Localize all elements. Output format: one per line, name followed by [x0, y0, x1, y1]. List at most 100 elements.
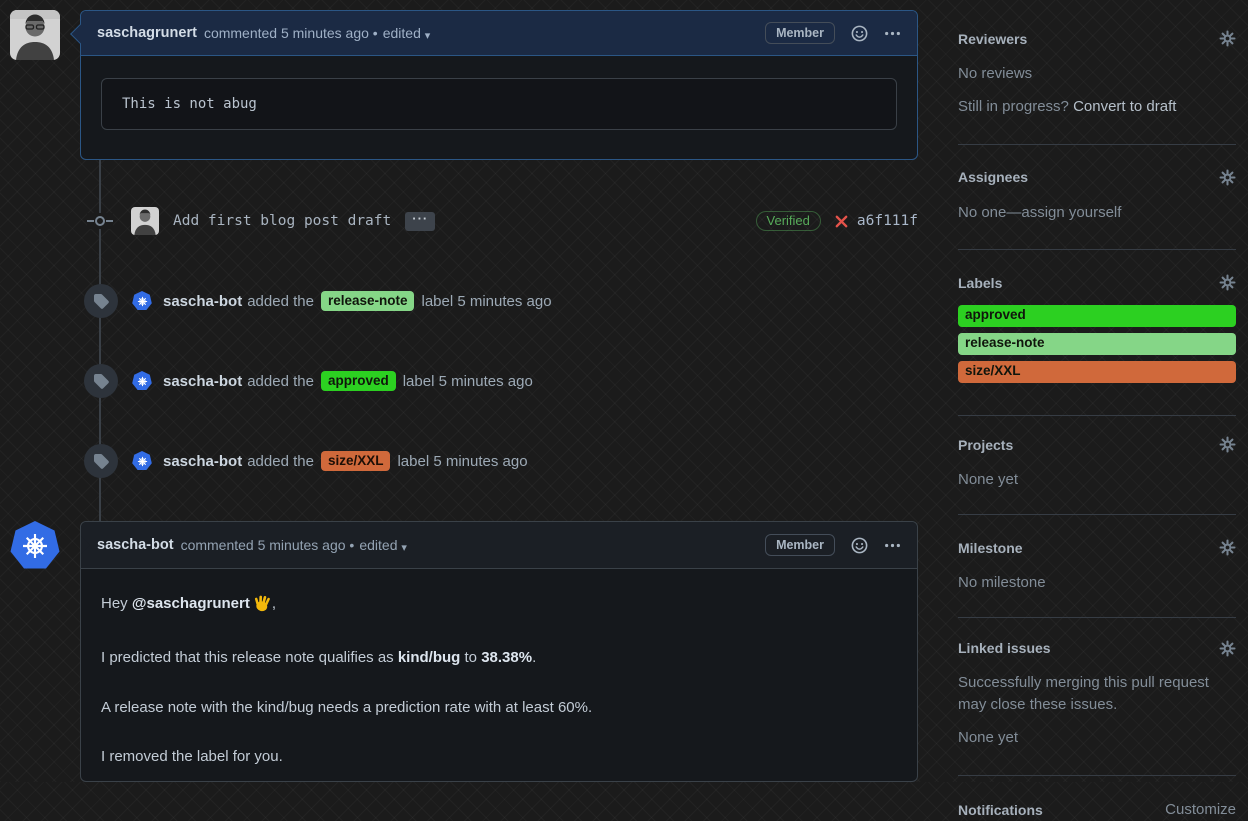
comment-header: sascha-bot commented 5 minutes ago • edi…	[81, 522, 917, 569]
kubernetes-wheel-icon	[137, 296, 147, 306]
event-actor[interactable]: sascha-bot	[163, 293, 242, 310]
reviewers-empty-text: No reviews	[958, 65, 1033, 82]
commit-expand-button[interactable]: ···	[405, 211, 436, 231]
person-portrait-icon	[10, 10, 60, 60]
notifications-title: Notifications	[958, 801, 1043, 818]
linked-issues-desc: Successfully merging this pull request m…	[958, 673, 1209, 713]
label-chip-release-note[interactable]: release-note	[320, 291, 415, 311]
reviewers-section: Reviewers No reviews Still in progress? …	[958, 0, 1236, 145]
kind-bug-text: kind/bug	[397, 648, 461, 666]
event-actor[interactable]: sascha-bot	[163, 453, 242, 470]
kubernetes-wheel-icon	[137, 376, 147, 386]
kebab-horizontal-icon	[885, 31, 900, 35]
event-action-text: added the	[247, 292, 314, 310]
milestone-empty-text: No milestone	[958, 574, 1046, 591]
labels-gear-icon[interactable]	[1219, 274, 1236, 291]
assignees-empty-text: No one—assign yourself	[958, 203, 1122, 221]
milestone-gear-icon[interactable]	[1219, 539, 1236, 556]
event-action-text: added the	[247, 452, 314, 470]
labels-section: Labels approved release-note size/XXL	[958, 250, 1236, 417]
comment-options-button[interactable]	[884, 537, 901, 554]
notifications-section: Notifications Customize	[958, 776, 1236, 821]
projects-empty-text: None yet	[958, 471, 1019, 489]
edited-dropdown[interactable]: edited ▾	[383, 25, 431, 42]
assignees-title: Assignees	[958, 169, 1029, 185]
kebab-horizontal-icon	[885, 543, 900, 547]
event-time-text: label 5 minutes ago	[402, 372, 533, 390]
convert-to-draft-link[interactable]: Convert to draft	[1073, 98, 1176, 115]
comment-timestamp: commented 5 minutes ago •	[203, 25, 378, 41]
member-badge: Member	[765, 22, 835, 44]
assignees-section: Assignees No one—assign yourself	[958, 145, 1236, 251]
kubernetes-wheel-icon	[23, 534, 47, 558]
comment-saschagrunert: saschagrunert commented 5 minutes ago • …	[70, 10, 918, 160]
linked-issues-section: Linked issues Successfully merging this …	[958, 618, 1236, 776]
projects-gear-icon[interactable]	[1219, 436, 1236, 453]
label-event-row: sascha-bot added the release-note label …	[80, 284, 918, 318]
linked-issues-title: Linked issues	[958, 640, 1051, 657]
add-reaction-button[interactable]	[851, 25, 868, 42]
comment-body: Hey @saschagrunert, I predicted that thi…	[81, 569, 917, 781]
member-badge: Member	[765, 534, 835, 556]
label-chip-approved[interactable]: approved	[320, 371, 396, 391]
sidebar-label-list: approved release-note size/XXL	[958, 305, 1236, 384]
assignees-gear-icon[interactable]	[1219, 168, 1236, 186]
projects-title: Projects	[958, 436, 1014, 453]
comment-options-button[interactable]	[884, 25, 901, 42]
comment-author[interactable]: saschagrunert	[97, 25, 197, 41]
tag-icon	[94, 454, 109, 469]
comment-body: This is not abug	[81, 56, 917, 152]
greeting-line: Hey @saschagrunert,	[101, 593, 897, 619]
milestone-title: Milestone	[958, 539, 1023, 556]
event-actor[interactable]: sascha-bot	[163, 373, 242, 390]
sidebar: Reviewers No reviews Still in progress? …	[958, 0, 1236, 821]
sidebar-label-size-xxl[interactable]: size/XXL	[958, 361, 1236, 384]
tag-icon	[94, 294, 109, 309]
sascha-bot-avatar[interactable]	[132, 291, 152, 310]
edited-dropdown[interactable]: edited ▾	[359, 537, 407, 554]
sidebar-label-release-note[interactable]: release-note	[958, 333, 1236, 356]
add-reaction-button[interactable]	[851, 537, 868, 554]
comment-timestamp: commented 5 minutes ago •	[180, 537, 355, 553]
label-chip-size-xxl[interactable]: size/XXL	[320, 451, 391, 471]
assign-yourself-link[interactable]: assign yourself	[1021, 204, 1121, 221]
label-event-row: sascha-bot added the approved label 5 mi…	[80, 364, 918, 398]
sidebar-label-approved[interactable]: approved	[958, 305, 1236, 328]
customize-link[interactable]: Customize	[1165, 799, 1236, 821]
linked-issues-gear-icon[interactable]	[1219, 640, 1236, 657]
status-failed-x-icon[interactable]	[834, 214, 849, 229]
event-action-text: added the	[247, 372, 314, 390]
commit-event-row: Add first blog post draft ··· Verified a…	[80, 203, 918, 239]
event-time-text: label 5 minutes ago	[397, 452, 528, 470]
git-commit-icon	[87, 213, 113, 229]
labels-title: Labels	[958, 274, 1003, 291]
commit-message-link[interactable]: Add first blog post draft	[173, 213, 391, 229]
reviewers-hint: Still in progress? Convert to draft	[958, 97, 1177, 115]
event-badge-circle	[84, 364, 118, 398]
label-event-row: sascha-bot added the size/XXL label 5 mi…	[80, 444, 918, 478]
comment-sascha-bot: sascha-bot commented 5 minutes ago • edi…	[80, 521, 918, 782]
sascha-bot-avatar[interactable]	[132, 371, 152, 390]
comment-author[interactable]: sascha-bot	[97, 537, 174, 553]
verified-badge[interactable]: Verified	[755, 211, 821, 231]
milestone-section: Milestone No milestone	[958, 515, 1236, 618]
prediction-rate-text: 38.38%	[481, 648, 533, 666]
chevron-down-icon: ▾	[401, 542, 407, 554]
user-mention-link[interactable]: @saschagrunert	[132, 595, 250, 612]
saschagrunert-avatar[interactable]	[10, 10, 60, 60]
sascha-bot-avatar[interactable]	[132, 451, 152, 470]
commit-author-avatar[interactable]	[131, 207, 159, 235]
chevron-down-icon: ▾	[424, 30, 431, 42]
reviewers-gear-icon[interactable]	[1219, 30, 1236, 47]
sascha-bot-avatar-large[interactable]	[10, 521, 60, 569]
smiley-icon	[851, 25, 868, 41]
commit-sha-link[interactable]: a6f111f	[857, 213, 918, 229]
linked-issues-empty-text: None yet	[958, 729, 1019, 747]
kubernetes-wheel-icon	[137, 456, 147, 466]
comment-header: saschagrunert commented 5 minutes ago • …	[81, 11, 917, 56]
reviewers-title: Reviewers	[958, 30, 1028, 47]
removal-line: I removed the label for you.	[101, 748, 283, 766]
pr-conversation-page: saschagrunert commented 5 minutes ago • …	[0, 0, 1248, 818]
event-time-text: label 5 minutes ago	[421, 292, 552, 310]
prediction-line: I predicted that this release note quali…	[101, 648, 537, 666]
